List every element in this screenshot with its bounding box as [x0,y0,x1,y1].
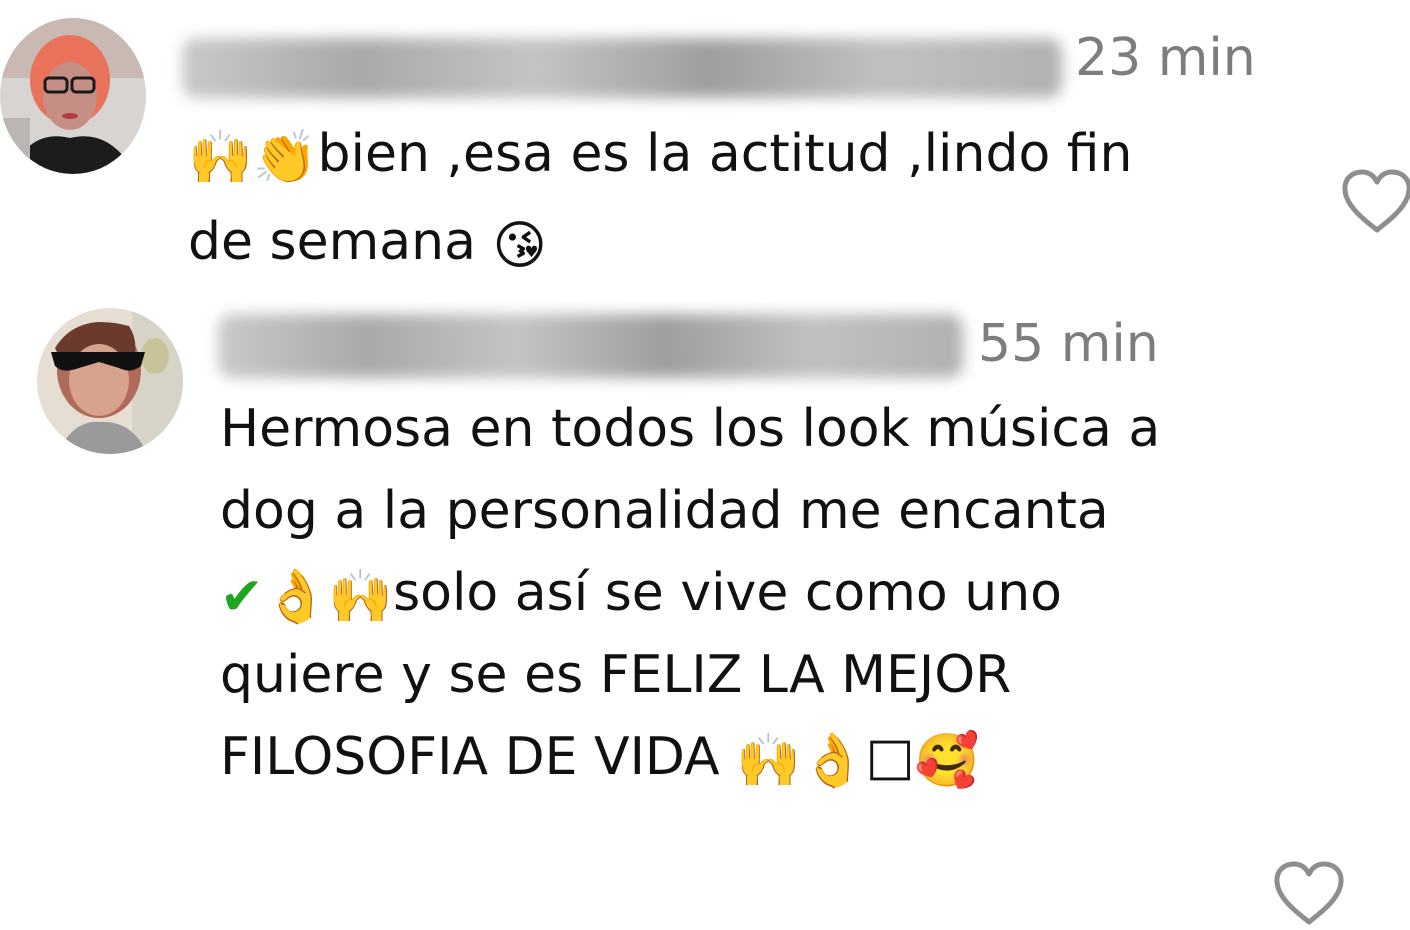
emoji-icon: 🙌 [736,731,801,791]
comment-text-segment: Hermosa en todos los look música a dog a… [220,399,1161,541]
emoji-icon: 😘 [492,216,547,276]
comment-text: 🙌👏bien ,esa es la actitud ,lindo fin de … [188,110,1338,286]
heart-outline-icon [1274,861,1344,925]
emoji-icon: 🥰 [914,731,980,791]
avatar[interactable] [0,18,146,174]
emoji-icon: 👏 [252,128,318,188]
emoji-icon: 🙌 [328,567,394,627]
like-button[interactable] [1272,860,1346,926]
avatar[interactable] [37,308,183,454]
comment-text-segment: □ [865,727,915,787]
comment-item: eleonora_aldeco_avila 23 min 🙌👏bien ,esa… [0,0,1410,300]
emoji-icon: 👌 [263,567,329,627]
heart-outline-icon [1342,169,1410,233]
like-button[interactable] [1340,168,1410,234]
emoji-icon: ✔ [220,567,264,627]
emoji-icon: 👌 [800,731,866,791]
comment-text: Hermosa en todos los look música a dog a… [220,388,1260,798]
comment-text-segment: bien ,esa es la actitud ,lindo fin de se… [188,124,1133,272]
username[interactable]: miguelina_ramon_gallardo [218,314,963,378]
username[interactable]: eleonora_aldeco_avila [182,38,1062,98]
comment-item: miguelina_ramon_gallardo 55 min Hermosa … [0,300,1410,925]
timestamp: 23 min [1075,28,1256,88]
emoji-icon: 🙌 [188,128,253,188]
timestamp: 55 min [978,314,1159,374]
